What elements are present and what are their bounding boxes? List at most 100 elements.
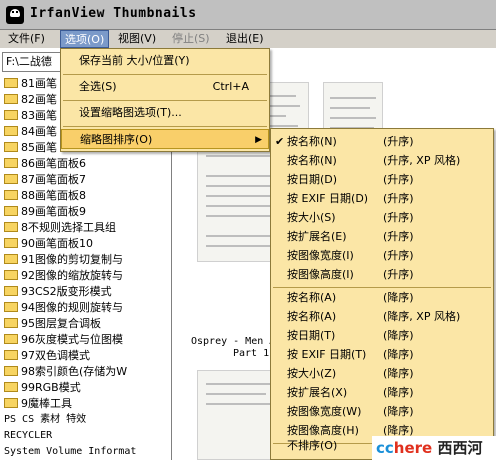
- sort-order-label: (降序): [383, 405, 414, 418]
- title-bar: IrfanView Thumbnails: [0, 0, 496, 30]
- menu-item-sort-thumbnails[interactable]: 缩略图排序(O) ▶: [61, 129, 269, 149]
- sort-order-label: (升序): [383, 173, 414, 186]
- sort-option[interactable]: 按 EXIF 日期(T) (降序): [271, 346, 493, 364]
- tree-item-label: 96灰度模式与位图模: [21, 333, 123, 346]
- tree-folder-item[interactable]: 89画笔面板9: [4, 204, 86, 220]
- tree-folder-item[interactable]: 85画笔: [4, 140, 57, 156]
- menu-file[interactable]: 文件(F): [4, 30, 49, 48]
- sort-order-label: (升序): [383, 249, 414, 262]
- tree-item-label: 98索引颜色(存储为W: [21, 365, 128, 378]
- tree-item-label: 88画笔面板8: [21, 189, 86, 202]
- sort-option[interactable]: 按图像高度(I) (升序): [271, 266, 493, 284]
- sort-option[interactable]: 按扩展名(X) (降序): [271, 384, 493, 402]
- menu-exit[interactable]: 退出(E): [222, 30, 268, 48]
- tree-folder-item[interactable]: 93CS2版变形模式: [4, 284, 112, 300]
- tree-item-label: 94图像的规则旋转与: [21, 301, 123, 314]
- tree-folder-item[interactable]: 84画笔: [4, 124, 57, 140]
- tree-folder-item[interactable]: 86画笔面板6: [4, 156, 86, 172]
- tree-folder-item[interactable]: 87画笔面板7: [4, 172, 86, 188]
- tree-item-label: 89画笔面板9: [21, 205, 86, 218]
- tree-folder-item[interactable]: 92图像的缩放旋转与: [4, 268, 123, 284]
- tree-folder-item[interactable]: 82画笔: [4, 92, 57, 108]
- sort-order-label: (升序): [383, 211, 414, 224]
- tree-item-label: 90画笔面板10: [21, 237, 93, 250]
- folder-icon: [4, 350, 18, 360]
- folder-icon: [4, 366, 18, 376]
- menu-separator: [273, 287, 491, 288]
- sort-option-label: 按扩展名(E): [287, 230, 347, 243]
- tree-folder-item[interactable]: 8不规则选择工具组: [4, 220, 116, 236]
- menu-options[interactable]: 选项(O): [60, 30, 110, 48]
- sort-option[interactable]: ✔ 按名称(N) (升序): [271, 133, 493, 151]
- folder-icon: [4, 78, 18, 88]
- sort-option-label: 按 EXIF 日期(D): [287, 192, 369, 205]
- folder-icon: [4, 270, 18, 280]
- folder-icon: [4, 286, 18, 296]
- tree-folder-item[interactable]: 96灰度模式与位图模: [4, 332, 123, 348]
- folder-icon: [4, 238, 18, 248]
- sort-order-label: (降序, XP 风格): [383, 310, 461, 323]
- tree-plain-item[interactable]: RECYCLER: [4, 428, 52, 444]
- menu-separator: [63, 126, 267, 127]
- sort-option[interactable]: 按图像宽度(W) (降序): [271, 403, 493, 421]
- tree-folder-item[interactable]: 88画笔面板8: [4, 188, 86, 204]
- tree-folder-item[interactable]: 91图像的剪切复制与: [4, 252, 123, 268]
- tree-folder-item[interactable]: 94图像的规则旋转与: [4, 300, 123, 316]
- menu-bar: 文件(F) 选项(O) 视图(V) 停止(S) 退出(E): [0, 30, 496, 48]
- sort-option[interactable]: 按名称(A) (降序): [271, 289, 493, 307]
- sort-option[interactable]: 按扩展名(E) (升序): [271, 228, 493, 246]
- menu-item-save-size-position[interactable]: 保存当前 大小/位置(Y): [61, 51, 269, 71]
- sort-option-label: 不排序(O): [287, 439, 338, 452]
- tree-folder-item[interactable]: 97双色调模式: [4, 348, 90, 364]
- sort-option-label: 按日期(D): [287, 173, 338, 186]
- tree-item-label: 85画笔: [21, 141, 57, 154]
- watermark-logo: cchere 西西河: [372, 436, 496, 460]
- tree-folder-item[interactable]: 9魔棒工具: [4, 396, 72, 412]
- sort-option[interactable]: 按图像宽度(I) (升序): [271, 247, 493, 265]
- sort-option[interactable]: 按名称(A) (降序, XP 风格): [271, 308, 493, 326]
- sort-option[interactable]: 按大小(Z) (降序): [271, 365, 493, 383]
- tree-item-label: 92图像的缩放旋转与: [21, 269, 123, 282]
- sort-option-label: 按大小(S): [287, 211, 336, 224]
- check-icon: ✔: [275, 135, 285, 148]
- sort-option[interactable]: 按日期(D) (升序): [271, 171, 493, 189]
- menu-stop[interactable]: 停止(S): [168, 30, 214, 48]
- tree-item-label: 95图层复合调板: [21, 317, 101, 330]
- sort-option[interactable]: 按名称(N) (升序, XP 风格): [271, 152, 493, 170]
- sort-option[interactable]: 按日期(T) (降序): [271, 327, 493, 345]
- tree-folder-item[interactable]: 99RGB模式: [4, 380, 81, 396]
- sort-order-label: (升序): [383, 230, 414, 243]
- tree-folder-item[interactable]: 81画笔: [4, 76, 57, 92]
- sort-option-label: 按大小(Z): [287, 367, 337, 380]
- tree-item-label: 86画笔面板6: [21, 157, 86, 170]
- folder-icon: [4, 222, 18, 232]
- irfanview-icon: [6, 6, 24, 24]
- tree-folder-item[interactable]: 98索引颜色(存储为W: [4, 364, 127, 380]
- sort-option-label: 按图像宽度(W): [287, 405, 362, 418]
- sort-option-label: 按名称(N): [287, 154, 337, 167]
- sort-order-label: (降序): [383, 386, 414, 399]
- sort-order-label: (降序): [383, 367, 414, 380]
- tree-plain-item[interactable]: PS CS 素材 特效: [4, 412, 86, 428]
- tree-folder-item[interactable]: 83画笔: [4, 108, 57, 124]
- sort-option-label: 按名称(A): [287, 291, 337, 304]
- tree-folder-item[interactable]: 90画笔面板10: [4, 236, 93, 252]
- sort-order-label: (升序): [383, 192, 414, 205]
- folder-icon: [4, 190, 18, 200]
- sort-order-label: (降序): [383, 348, 414, 361]
- submenu-arrow-icon: ▶: [255, 135, 262, 145]
- tree-item-label: 84画笔: [21, 125, 57, 138]
- tree-folder-item[interactable]: 95图层复合调板: [4, 316, 101, 332]
- sort-option-label: 按图像宽度(I): [287, 249, 354, 262]
- tree-plain-item[interactable]: System Volume Informat: [4, 444, 136, 460]
- tree-item-label: 83画笔: [21, 109, 57, 122]
- menu-view[interactable]: 视图(V): [114, 30, 160, 48]
- sort-order-label: (降序): [383, 291, 414, 304]
- menu-item-select-all[interactable]: 全选(S) Ctrl+A: [61, 77, 269, 97]
- folder-icon: [4, 398, 18, 408]
- sort-option[interactable]: 按 EXIF 日期(D) (升序): [271, 190, 493, 208]
- menu-item-thumbnail-options[interactable]: 设置缩略图选项(T)...: [61, 103, 269, 123]
- menu-separator: [63, 74, 267, 75]
- sort-option[interactable]: 按大小(S) (升序): [271, 209, 493, 227]
- window-title: IrfanView Thumbnails: [30, 6, 197, 21]
